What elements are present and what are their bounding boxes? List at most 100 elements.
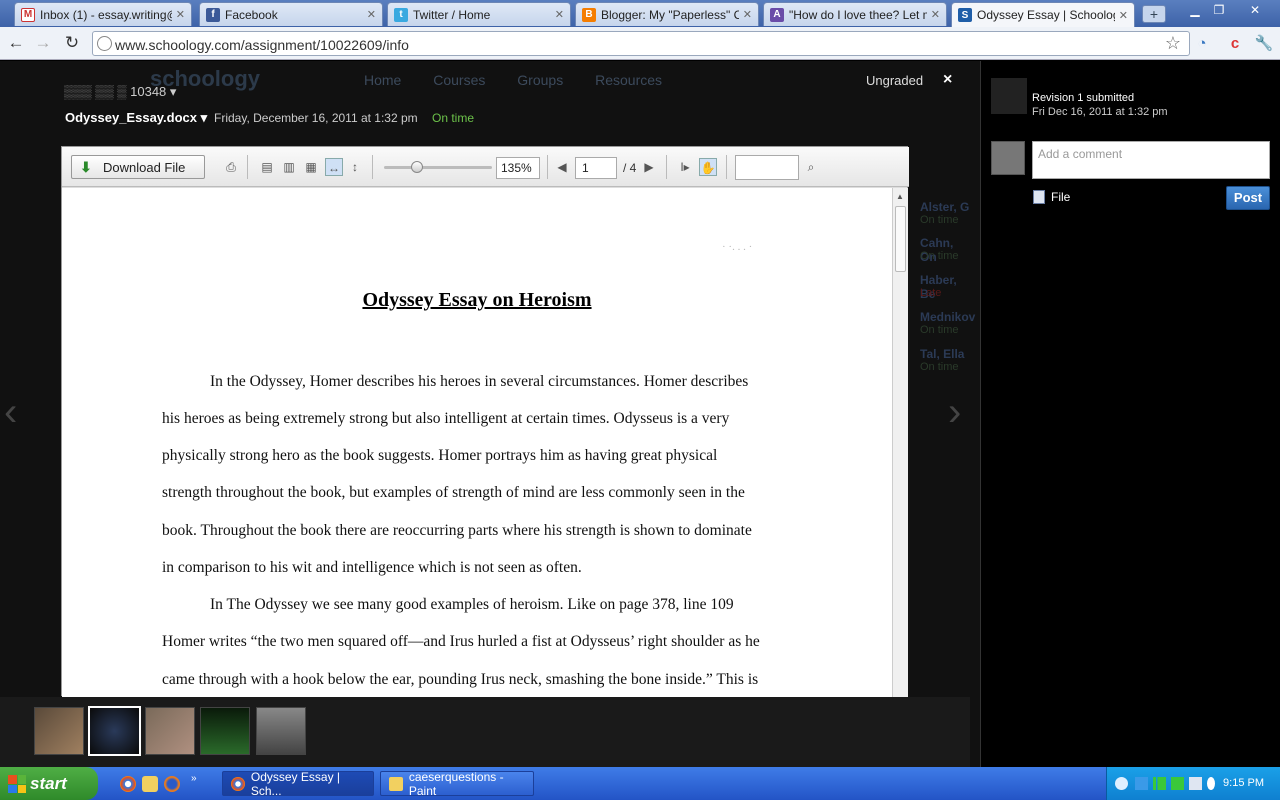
print-icon[interactable]: ⎙ [222,158,240,176]
text-select-icon[interactable]: I▸ [676,158,694,176]
chevron-down-icon: ▾ [169,84,177,99]
student-avatar [991,78,1027,114]
document-line: In the Odyssey, Homer describes his hero… [210,373,749,390]
student-thumbnail-strip [0,697,970,767]
student-name: Mednikov [920,310,976,324]
previous-page-icon[interactable]: ◀ [553,158,571,176]
student-name: Alster, G [920,200,970,214]
revision-label: Revision 1 submitted [1032,92,1135,104]
zoom-slider-knob[interactable] [410,161,423,173]
student-status: On time [920,214,959,226]
search-icon[interactable]: ⌕ [802,158,820,176]
background-nav: Home Courses Groups Resources [364,72,690,88]
address-bar[interactable]: www.schoology.com/assignment/10022609/in… [92,31,1190,56]
taskbar-item-label: caeserquestions - Paint [408,769,504,798]
file-selector[interactable]: Odyssey_Essay.docx ▾ [65,110,207,126]
bookmark-star-icon[interactable]: ☆ [1165,33,1181,54]
download-label: Download File [103,159,186,175]
student-thumbnail[interactable] [34,707,84,755]
document-line: in comparison to his wit and intelligenc… [162,559,582,576]
chrome-icon [231,776,245,791]
tray-status-icon[interactable] [1171,777,1184,790]
single-page-icon[interactable]: ▤ [258,158,276,176]
student-thumbnail-default-avatar[interactable] [256,707,306,755]
next-submission-icon[interactable]: › [948,390,961,435]
document-page[interactable]: · ·. . . · Odyssey Essay on Heroism In t… [62,188,892,697]
grade-status[interactable]: Ungraded [866,73,923,88]
app-launcher-icon[interactable] [142,776,158,792]
monitor-icon[interactable] [1189,777,1202,790]
nav-home: Home [364,72,402,88]
next-page-icon[interactable]: ▶ [640,158,658,176]
hand-tool-icon[interactable]: ✋ [699,158,717,176]
close-icon[interactable]: ✕ [743,8,752,21]
student-thumbnail[interactable] [145,707,195,755]
timeliness-badge: On time [432,111,475,125]
document-line: book. Throughout the book there are reoc… [162,522,752,539]
tray-expand-icon[interactable] [1115,777,1128,790]
student-selector[interactable]: ▒▒▒ ▒▒ ▒ 10348 ▾ [64,84,176,100]
restore-icon[interactable]: ❐ [1208,2,1230,18]
tab-gmail[interactable]: M Inbox (1) - essay.writing@gn ✕ [14,2,192,26]
comment-input[interactable]: Add a comment [1032,141,1270,179]
firefox-launcher-icon[interactable] [164,776,180,792]
taskbar-item-paint[interactable]: caeserquestions - Paint [380,769,534,798]
tab-blogger[interactable]: B Blogger: My "Paperless" Clas ✕ [575,2,759,26]
back-icon[interactable]: ← [5,33,27,53]
tab-poem[interactable]: A "How do I love thee? Let me ✕ [763,2,947,26]
download-file-button[interactable]: ⬇ Download File [71,155,205,179]
zoom-input[interactable]: 135% [496,157,540,179]
tab-label: Twitter / Home [413,7,491,22]
close-icon[interactable]: ✕ [176,8,185,21]
document-title: Odyssey Essay on Heroism [362,289,592,311]
browser-toolbar: ← → ↻ www.schoology.com/assignment/10022… [0,27,1280,60]
student-thumbnail[interactable] [200,707,250,755]
post-button[interactable]: Post [1226,186,1270,210]
start-label: start [30,773,67,793]
blogger-icon: B [582,7,596,22]
fit-width-icon[interactable]: ↔ [325,158,343,176]
tray-network-icon[interactable] [1135,777,1148,790]
minimize-icon[interactable]: ▁ [1184,2,1206,18]
quicklaunch-overflow-icon[interactable]: » [191,773,197,784]
fit-height-icon[interactable]: ↕ [346,158,364,176]
schoology-icon: S [958,8,972,22]
close-icon[interactable]: ✕ [931,8,940,21]
chrome-launcher-icon[interactable] [120,776,136,792]
student-thumbnail-selected[interactable] [88,706,141,756]
document-scrollbar[interactable]: ▲ [892,188,908,697]
volume-icon[interactable] [1207,777,1215,790]
window-close-icon[interactable]: ✕ [1244,2,1266,18]
tab-facebook[interactable]: f Facebook ✕ [199,2,383,26]
clock[interactable]: 9:15 PM [1223,777,1264,789]
scrollbar-thumb[interactable] [895,206,906,272]
paint-icon [389,776,403,791]
close-icon[interactable]: ✕ [555,8,564,21]
previous-submission-icon[interactable]: ‹ [4,390,17,435]
grid-view-icon[interactable]: ▦ [302,158,320,176]
forward-icon[interactable]: → [32,33,54,53]
extension-c-icon[interactable]: c [1224,33,1246,55]
toolbar-divider [372,155,373,179]
extension-icon[interactable]: ◔ [1191,33,1213,55]
tab-twitter[interactable]: t Twitter / Home ✕ [387,2,571,26]
new-tab-button[interactable]: + [1142,5,1166,23]
toolbar-divider [547,155,548,179]
signal-strength-icon[interactable] [1153,777,1166,790]
page-number-input[interactable]: 1 [575,157,617,179]
file-icon [1033,190,1045,204]
two-page-icon[interactable]: ▥ [280,158,298,176]
search-input[interactable] [735,155,799,180]
start-button[interactable]: start [0,767,98,800]
wrench-icon[interactable]: 🔧 [1253,33,1275,55]
reload-icon[interactable]: ↻ [61,33,83,53]
taskbar-item-chrome[interactable]: Odyssey Essay | Sch... [222,770,374,798]
document-line: In The Odyssey we see many good examples… [210,596,734,613]
tab-schoology[interactable]: S Odyssey Essay | Schoology ✕ [951,2,1135,27]
close-viewer-icon[interactable]: × [943,71,952,89]
close-icon[interactable]: ✕ [1119,9,1128,22]
zoom-slider[interactable] [384,161,492,173]
close-icon[interactable]: ✕ [367,8,376,21]
scroll-up-icon[interactable]: ▲ [896,192,904,201]
attach-file-button[interactable]: File [1033,190,1070,204]
